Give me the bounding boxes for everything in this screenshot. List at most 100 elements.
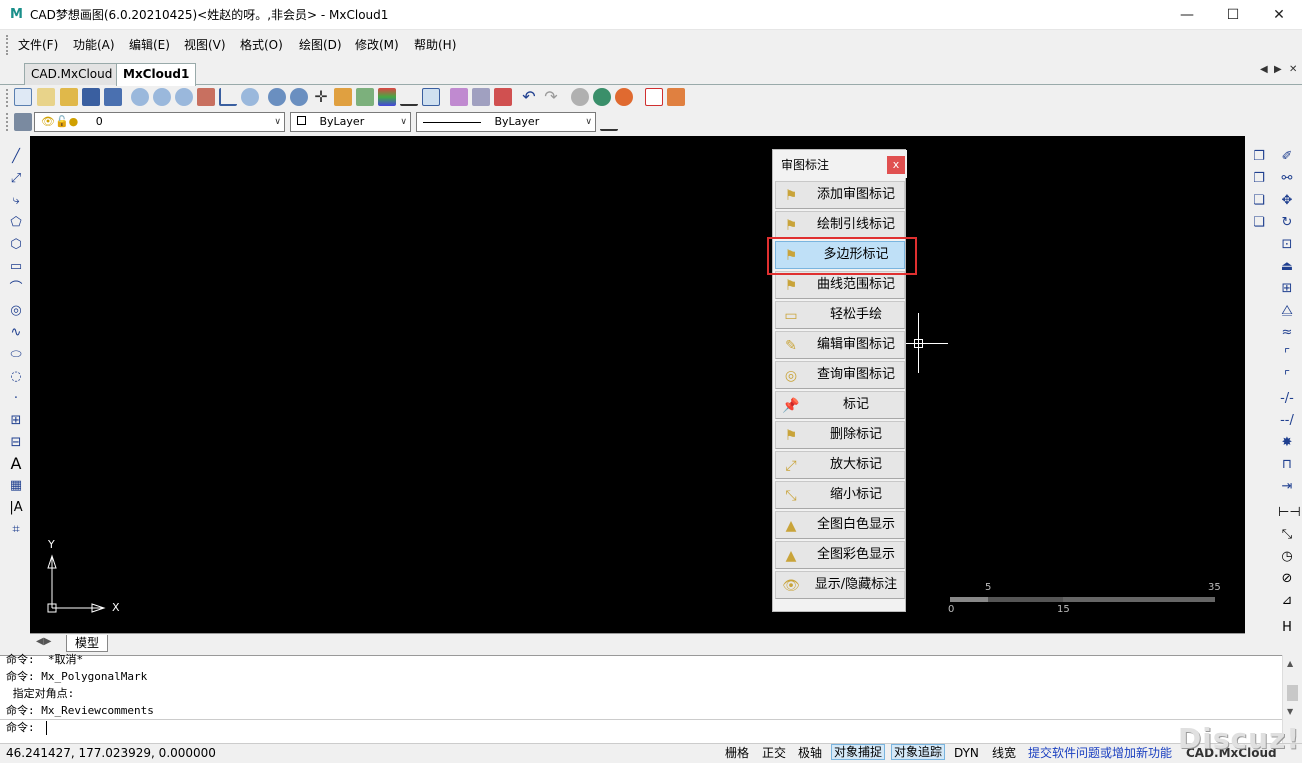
rectangle-icon[interactable]: ▭ (7, 259, 25, 275)
move-icon[interactable]: ✥ (1278, 193, 1296, 209)
tab-mxcloud1[interactable]: MxCloud1 (116, 63, 197, 86)
line-icon[interactable]: ╱ (7, 149, 25, 165)
shape-icon[interactable]: ⬡ (7, 237, 25, 253)
linetype-select[interactable]: ByLayer ∨ (416, 112, 596, 132)
pdf-icon[interactable] (645, 88, 663, 106)
tab-cad-mxcloud[interactable]: CAD.MxCloud (24, 63, 120, 85)
tab-scroll-right-icon[interactable]: ▶ (1274, 64, 1282, 75)
toggle-lineweight[interactable]: 线宽 (992, 746, 1016, 760)
menu-help[interactable]: 帮助(H) (414, 37, 456, 53)
layer-select[interactable]: 👁🔓● 0 ∨ (34, 112, 285, 132)
review-button-11[interactable]: ▲ 全图白色显示 (775, 511, 905, 539)
review-button-0[interactable]: ⚑ 添加审图标记 (775, 181, 905, 209)
zoom-realtime-icon[interactable] (131, 88, 149, 106)
paint-icon[interactable] (356, 88, 374, 106)
scale-icon[interactable]: ⊡ (1278, 237, 1296, 253)
feedback-link[interactable]: 提交软件问题或增加新功能 (1028, 746, 1172, 760)
break-icon[interactable]: ⊓ (1278, 457, 1296, 473)
brush-icon[interactable] (400, 88, 418, 106)
review-button-6[interactable]: ◎ 查询审图标记 (775, 361, 905, 389)
undo-icon[interactable]: ↶ (520, 88, 538, 106)
review-button-8[interactable]: ⚑ 删除标记 (775, 421, 905, 449)
panel-close-button[interactable]: x (887, 156, 905, 174)
close-window-button[interactable]: ✕ (1256, 0, 1302, 30)
image-export-icon[interactable] (667, 88, 685, 106)
lineweight-icon[interactable] (600, 113, 618, 131)
table-icon[interactable]: ▦ (7, 478, 25, 494)
find-icon[interactable] (268, 88, 286, 106)
polygon-icon[interactable]: ⬠ (7, 215, 25, 231)
cloud-icon[interactable] (571, 88, 589, 106)
array-icon[interactable]: ⊞ (1278, 281, 1296, 297)
pencil-icon[interactable] (334, 88, 352, 106)
pan-icon[interactable] (197, 88, 215, 106)
make-block-icon[interactable]: ⊟ (7, 435, 25, 451)
new-file-icon[interactable] (14, 88, 32, 106)
toggle-polar[interactable]: 极轴 (798, 746, 822, 760)
drawing-canvas[interactable]: Y X 5 35 0 15 (30, 136, 1245, 633)
circle-icon[interactable]: ◎ (7, 303, 25, 319)
toggle-grid[interactable]: 栅格 (725, 746, 749, 760)
redo-icon[interactable]: ↷ (542, 88, 560, 106)
polyline-icon[interactable]: ⤷ (7, 193, 25, 209)
toggle-osnap[interactable]: 对象捕捉 (831, 744, 886, 760)
toolbar-grip-2[interactable] (6, 113, 9, 131)
stretch-icon[interactable]: ⏏ (1278, 259, 1296, 275)
tab-model[interactable]: 模型 (66, 635, 109, 652)
menu-grip[interactable] (6, 35, 10, 55)
point-icon[interactable]: · (7, 391, 25, 407)
maximize-button[interactable]: ☐ (1210, 0, 1256, 30)
mirror-icon[interactable]: ⧋ (1278, 303, 1296, 319)
globe-icon[interactable] (593, 88, 611, 106)
review-button-1[interactable]: ⚑ 绘制引线标记 (775, 211, 905, 239)
xline-icon[interactable]: ⤢ (7, 171, 25, 187)
rotate-icon[interactable]: ↻ (1278, 215, 1296, 231)
scroll-down-icon[interactable]: ▼ (1287, 707, 1293, 716)
copy-icon[interactable]: ⚯ (1278, 171, 1296, 187)
hatch-icon[interactable]: ⌗ (7, 522, 25, 538)
toolbar-grip[interactable] (6, 89, 9, 107)
view-stack-icon[interactable]: ❐ (1250, 171, 1268, 187)
ellipse-arc-icon[interactable]: ◌ (7, 369, 25, 385)
minimize-button[interactable]: — (1164, 0, 1210, 30)
match-properties-icon[interactable] (450, 88, 468, 106)
diameter-dimension-icon[interactable]: ⊘ (1278, 571, 1296, 587)
fillet-icon[interactable]: ⌜ (1278, 347, 1296, 363)
share-icon[interactable] (615, 88, 633, 106)
save-as-icon[interactable] (104, 88, 122, 106)
continue-dimension-icon[interactable]: H (1278, 620, 1296, 636)
insert-block-icon[interactable]: ⊞ (7, 413, 25, 429)
layout-prev-icon[interactable]: ◀▶ (36, 636, 51, 647)
extend-icon[interactable]: --/ (1278, 413, 1296, 429)
explode-icon[interactable]: ✸ (1278, 435, 1296, 451)
review-button-13[interactable]: 👁 显示/隐藏标注 (775, 571, 905, 599)
move-cross-icon[interactable]: ✛ (312, 88, 330, 106)
panel-titlebar[interactable]: 审图标注 x (773, 150, 907, 178)
offset-icon[interactable]: ≈ (1278, 325, 1296, 341)
view-back-icon[interactable]: ❏ (1250, 215, 1268, 231)
layer-manager-icon[interactable] (14, 113, 32, 131)
review-button-4[interactable]: ▭ 轻松手绘 (775, 301, 905, 329)
search-icon[interactable] (290, 88, 308, 106)
zoom-window-icon[interactable] (153, 88, 171, 106)
tools-icon[interactable] (472, 88, 490, 106)
toggle-otrack[interactable]: 对象追踪 (891, 744, 946, 760)
review-button-12[interactable]: ▲ 全图彩色显示 (775, 541, 905, 569)
review-button-5[interactable]: ✎ 编辑审图标记 (775, 331, 905, 359)
zoom-extents-icon[interactable] (241, 88, 259, 106)
mtext-icon[interactable]: |A (7, 500, 25, 516)
spline-icon[interactable]: ∿ (7, 325, 25, 341)
view-copy-icon[interactable]: ❐ (1250, 149, 1268, 165)
arc-icon[interactable]: ⌒ (7, 281, 25, 297)
toggle-dyn[interactable]: DYN (954, 746, 979, 760)
zoom-in-toolbar-icon[interactable] (175, 88, 193, 106)
linear-dimension-icon[interactable]: ⊢⊣ (1278, 505, 1301, 521)
menu-view[interactable]: 视图(V) (184, 37, 226, 53)
chamfer-icon[interactable]: ⌜ (1278, 369, 1296, 385)
block-icon[interactable] (494, 88, 512, 106)
menu-format[interactable]: 格式(O) (240, 37, 283, 53)
window-icon[interactable] (422, 88, 440, 106)
trim-icon[interactable]: -/- (1278, 391, 1296, 407)
radius-dimension-icon[interactable]: ◷ (1278, 549, 1296, 565)
ellipse-icon[interactable]: ⬭ (7, 347, 25, 363)
